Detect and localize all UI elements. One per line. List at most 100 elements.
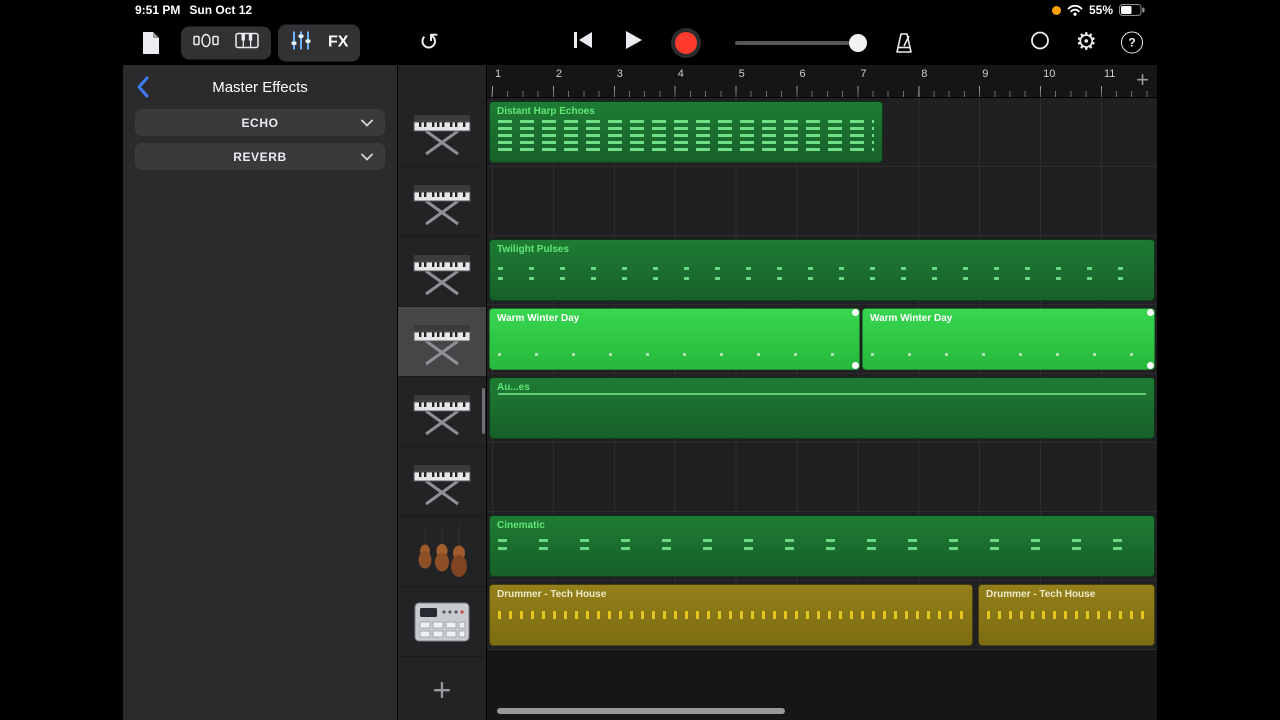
region[interactable]: Distant Harp Echoes bbox=[489, 101, 883, 163]
track-controls-toggle-button[interactable] bbox=[193, 32, 219, 53]
transport-controls bbox=[571, 27, 701, 58]
track-row[interactable] bbox=[487, 167, 1157, 236]
record-icon bbox=[675, 31, 697, 54]
echo-dropdown[interactable]: ECHO bbox=[135, 109, 385, 136]
region[interactable]: Warm Winter Day bbox=[862, 308, 1155, 370]
main-content: Master Effects ECHO REVERB + + 1 2 3 4 5… bbox=[123, 65, 1157, 720]
track-header-keyboard-4[interactable] bbox=[398, 307, 486, 377]
track-header-keyboard-6[interactable] bbox=[398, 447, 486, 517]
region[interactable]: Warm Winter Day bbox=[489, 308, 860, 370]
go-to-beginning-button[interactable] bbox=[571, 30, 595, 55]
toolbar-right-group: ⚙ ? bbox=[1029, 29, 1143, 56]
status-bar: 9:51 PM Sun Oct 12 55% bbox=[123, 0, 1157, 20]
track-row[interactable] bbox=[487, 443, 1157, 512]
chevron-down-icon bbox=[361, 153, 373, 161]
toolbar: FX ↺ ⚙ ? bbox=[123, 20, 1157, 65]
region-label: Twilight Pulses bbox=[497, 244, 570, 255]
view-toggle-segment bbox=[181, 26, 271, 59]
region-notes-pattern bbox=[498, 267, 1146, 270]
loop-browser-button[interactable] bbox=[1029, 29, 1051, 56]
keyboard-instrument-icon bbox=[413, 464, 471, 505]
region[interactable]: Drummer - Tech House bbox=[978, 584, 1155, 646]
ruler-measure-number: 11 bbox=[1104, 68, 1116, 80]
document-icon bbox=[143, 31, 159, 54]
back-button[interactable] bbox=[131, 73, 155, 101]
metronome-button[interactable] bbox=[893, 32, 915, 54]
keyboard-instrument-icon bbox=[413, 394, 471, 435]
master-volume-slider[interactable] bbox=[735, 33, 867, 52]
region-notes-pattern bbox=[498, 134, 874, 137]
undo-icon: ↺ bbox=[419, 28, 440, 56]
garageband-app: 9:51 PM Sun Oct 12 55% FX ↺ ⚙ ? Master E… bbox=[123, 0, 1157, 720]
undo-button[interactable]: ↺ bbox=[419, 28, 440, 56]
battery-percent: 55% bbox=[1088, 3, 1113, 17]
track-header-keyboard-2[interactable] bbox=[398, 167, 486, 237]
region[interactable]: Twilight Pulses bbox=[489, 239, 1155, 301]
track-row[interactable]: Warm Winter Day Warm Winter Day bbox=[487, 305, 1157, 374]
mixer-button[interactable] bbox=[290, 30, 312, 55]
track-header-strings-7[interactable] bbox=[398, 517, 486, 587]
vertical-scrollbar[interactable] bbox=[482, 388, 485, 434]
track-header-keyboard-3[interactable] bbox=[398, 237, 486, 307]
add-track-button[interactable]: + bbox=[433, 674, 452, 706]
add-measures-button[interactable]: + bbox=[1136, 67, 1149, 93]
ruler-measure-number: 6 bbox=[799, 68, 806, 80]
track-row[interactable]: Distant Harp Echoes bbox=[487, 98, 1157, 167]
panel-title: Master Effects bbox=[212, 78, 308, 96]
fx-button[interactable]: FX bbox=[328, 34, 348, 52]
my-songs-button[interactable] bbox=[141, 31, 161, 55]
ruler[interactable]: + 1 2 3 4 5 6 7 8 9 10 11 bbox=[487, 65, 1157, 98]
region-notes-pattern bbox=[498, 141, 874, 144]
slider-knob[interactable] bbox=[849, 33, 867, 52]
loop-browser-icon bbox=[1031, 31, 1050, 49]
track-header-drum-8[interactable] bbox=[398, 587, 486, 657]
region-notes-pattern bbox=[498, 611, 964, 619]
strings-instrument-icon bbox=[418, 523, 467, 577]
record-button[interactable] bbox=[671, 27, 701, 58]
region-notes-pattern bbox=[498, 127, 874, 130]
status-date: Sun Oct 12 bbox=[189, 3, 253, 17]
echo-label: ECHO bbox=[241, 115, 279, 130]
gear-icon: ⚙ bbox=[1075, 28, 1097, 56]
help-button[interactable]: ? bbox=[1121, 31, 1143, 54]
timeline: + 1 2 3 4 5 6 7 8 9 10 11 Distant Harp Echoes Twili… bbox=[487, 65, 1157, 720]
track-header-column: + bbox=[397, 65, 487, 720]
battery-icon bbox=[1119, 4, 1145, 16]
region-notes-pattern bbox=[498, 277, 1146, 280]
track-header-keyboard-5[interactable] bbox=[398, 377, 486, 447]
track-rows: Distant Harp Echoes Twilight Pulses Warm W… bbox=[487, 98, 1157, 650]
track-row[interactable]: Drummer - Tech House Drummer - Tech House bbox=[487, 581, 1157, 650]
wifi-icon bbox=[1067, 4, 1083, 16]
settings-button[interactable]: ⚙ bbox=[1075, 28, 1097, 56]
reverb-label: REVERB bbox=[233, 149, 287, 164]
ruler-measure-number: 2 bbox=[555, 68, 563, 80]
track-row[interactable]: Twilight Pulses bbox=[487, 236, 1157, 305]
slider-track bbox=[735, 40, 865, 45]
ruler-measure-number: 7 bbox=[860, 68, 867, 80]
region-notes-pattern bbox=[498, 547, 1146, 550]
ruler-measure-number: 4 bbox=[677, 68, 684, 80]
track-row[interactable]: Au...es bbox=[487, 374, 1157, 443]
region-label: Cinematic bbox=[497, 520, 545, 531]
track-header-keyboard-1[interactable] bbox=[398, 97, 486, 167]
region[interactable]: Drummer - Tech House bbox=[489, 584, 973, 646]
region[interactable]: Au...es bbox=[489, 377, 1155, 439]
region[interactable]: Cinematic bbox=[489, 515, 1155, 577]
region-notes-pattern bbox=[871, 353, 1146, 356]
horizontal-scrollbar[interactable] bbox=[497, 708, 785, 714]
status-left: 9:51 PM Sun Oct 12 bbox=[135, 3, 252, 17]
track-row[interactable]: Cinematic bbox=[487, 512, 1157, 581]
ruler-measure-number: 5 bbox=[738, 68, 745, 80]
region-notes-pattern bbox=[498, 539, 1146, 542]
region-label: Au...es bbox=[497, 382, 530, 393]
rewind-to-start-icon bbox=[574, 32, 592, 48]
play-button[interactable] bbox=[623, 30, 643, 55]
mixer-fx-segment: FX bbox=[278, 24, 361, 61]
instrument-view-button[interactable] bbox=[235, 32, 259, 53]
reverb-dropdown[interactable]: REVERB bbox=[135, 143, 385, 170]
metronome-icon bbox=[896, 32, 912, 53]
region-label: Warm Winter Day bbox=[497, 313, 580, 324]
orange-indicator-icon bbox=[1051, 5, 1061, 15]
keyboard-instrument-icon bbox=[413, 254, 471, 295]
region-label: Drummer - Tech House bbox=[497, 589, 607, 600]
